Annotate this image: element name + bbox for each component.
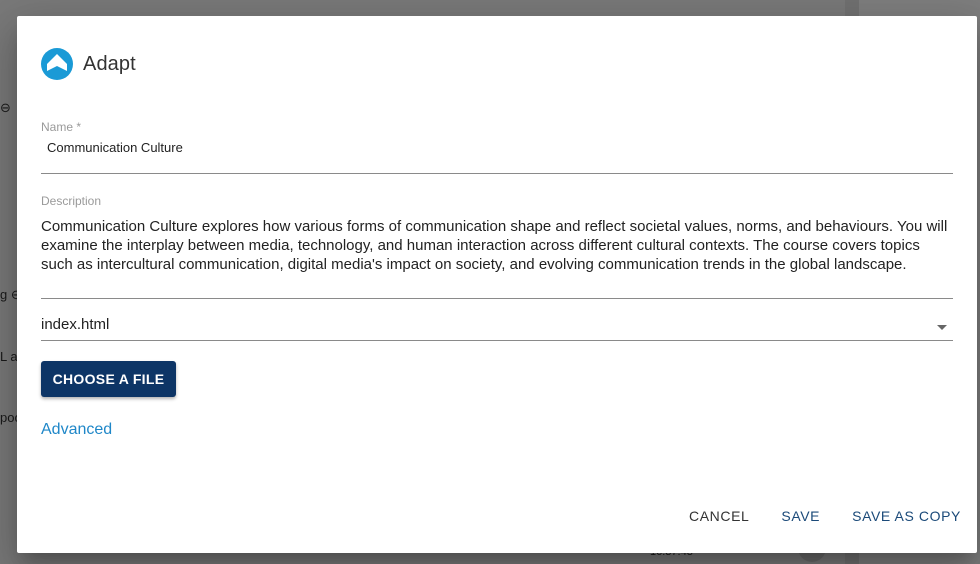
file-select-value: index.html bbox=[41, 316, 110, 333]
dialog-actions: CANCEL SAVE SAVE AS COPY bbox=[673, 500, 977, 532]
name-label: Name * bbox=[41, 120, 82, 134]
file-select[interactable]: index.html bbox=[41, 314, 953, 341]
save-as-copy-button[interactable]: SAVE AS COPY bbox=[836, 500, 977, 532]
save-button[interactable]: SAVE bbox=[765, 500, 836, 532]
dialog-title: Adapt bbox=[83, 52, 136, 75]
choose-file-button[interactable]: CHOOSE A FILE bbox=[41, 361, 176, 397]
name-input[interactable] bbox=[41, 140, 953, 155]
advanced-link[interactable]: Advanced bbox=[41, 421, 112, 439]
description-input[interactable]: Communication Culture explores how vario… bbox=[41, 217, 953, 274]
description-field[interactable]: Description Communication Culture explor… bbox=[41, 194, 953, 299]
adapt-dialog: Adapt Name * Description Communication C… bbox=[17, 16, 977, 553]
cancel-button[interactable]: CANCEL bbox=[673, 500, 765, 532]
description-label: Description bbox=[41, 194, 102, 208]
adapt-logo-icon bbox=[41, 48, 73, 80]
chevron-down-icon[interactable] bbox=[937, 325, 947, 330]
dialog-header: Adapt bbox=[41, 48, 136, 80]
name-field[interactable]: Name * bbox=[41, 120, 953, 174]
